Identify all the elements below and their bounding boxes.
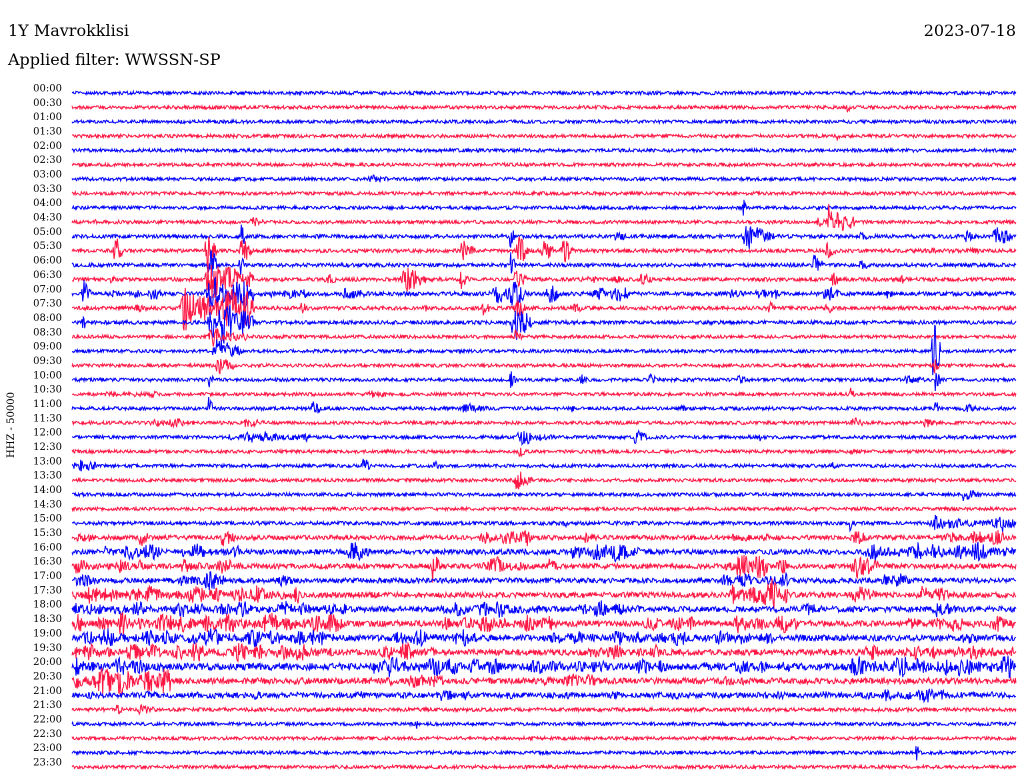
time-label-22-30: 22:30	[33, 729, 62, 740]
helicorder-plot: 00:00 00:30 01:00 01:30 02:00 02:30 03:00 03:30…	[33, 84, 1017, 771]
trace-21-30	[71, 703, 1017, 716]
time-label-08-00: 08:00	[33, 313, 62, 324]
time-label-group: 00:00 00:30 01:00 01:30 02:00 02:30 03:00 03:30…	[33, 84, 62, 769]
time-label-04-30: 04:30	[33, 213, 62, 224]
station-title: 1Y Mavrokklisi	[8, 21, 130, 40]
trace-19-30	[71, 641, 1017, 663]
time-label-05-30: 05:30	[33, 241, 62, 252]
time-label-14-30: 14:30	[33, 499, 62, 510]
trace-19-00	[71, 628, 1017, 648]
trace-11-30	[71, 417, 1017, 429]
time-label-05-00: 05:00	[33, 227, 62, 238]
time-label-15-30: 15:30	[33, 528, 62, 539]
time-label-03-30: 03:30	[33, 184, 62, 195]
time-label-18-00: 18:00	[33, 600, 62, 611]
time-label-12-30: 12:30	[33, 442, 62, 453]
trace-10-00	[71, 371, 1017, 392]
trace-03-30	[71, 189, 1017, 197]
time-label-11-30: 11:30	[33, 413, 62, 424]
time-label-12-00: 12:00	[33, 428, 62, 439]
time-label-17-00: 17:00	[33, 571, 62, 582]
time-label-11-00: 11:00	[33, 399, 62, 410]
trace-15-30	[71, 529, 1017, 547]
time-label-21-30: 21:30	[33, 700, 62, 711]
trace-15-00	[71, 514, 1017, 533]
time-label-19-30: 19:30	[33, 643, 62, 654]
date-label: 2023-07-18	[923, 21, 1016, 40]
time-label-03-00: 03:00	[33, 170, 62, 181]
trace-14-00	[71, 490, 1017, 501]
time-label-18-30: 18:30	[33, 614, 62, 625]
time-label-07-30: 07:30	[33, 299, 62, 310]
trace-21-00	[71, 688, 1016, 704]
trace-02-00	[71, 146, 1017, 154]
y-axis-label: HHZ - 50000	[6, 392, 17, 458]
time-label-10-30: 10:30	[33, 385, 62, 396]
trace-18-30	[71, 612, 1017, 635]
helicorder-page: 1Y Mavrokklisi 2023-07-18 Applied filter…	[0, 0, 1024, 780]
filter-label: Applied filter: WWSSN-SP	[8, 50, 221, 69]
time-label-09-30: 09:30	[33, 356, 62, 367]
time-label-06-30: 06:30	[33, 270, 62, 281]
time-label-04-00: 04:00	[33, 198, 62, 209]
time-label-22-00: 22:00	[33, 715, 62, 726]
trace-20-00	[71, 655, 1017, 679]
trace-group	[71, 89, 1017, 771]
time-label-02-00: 02:00	[33, 141, 62, 152]
trace-22-30	[71, 734, 1017, 742]
trace-20-30	[71, 667, 1017, 696]
trace-12-30	[71, 447, 1017, 458]
trace-10-30	[71, 387, 1017, 399]
time-label-16-00: 16:00	[33, 542, 62, 553]
time-label-13-30: 13:30	[33, 471, 62, 482]
time-label-01-00: 01:00	[33, 112, 62, 123]
time-label-19-00: 19:00	[33, 628, 62, 639]
trace-02-30	[71, 161, 1017, 169]
trace-14-30	[71, 505, 1017, 513]
trace-11-00	[71, 396, 1017, 414]
trace-00-00	[71, 89, 1017, 97]
trace-13-30	[71, 471, 1017, 490]
time-label-14-00: 14:00	[33, 485, 62, 496]
trace-16-00	[71, 541, 1017, 563]
trace-01-30	[71, 132, 1017, 141]
time-label-15-00: 15:00	[33, 514, 62, 525]
trace-12-00	[71, 429, 1017, 447]
trace-13-00	[71, 458, 1017, 472]
trace-23-30	[71, 763, 1017, 771]
trace-18-00	[71, 600, 1017, 618]
trace-04-00	[71, 199, 1017, 216]
time-label-16-30: 16:30	[33, 557, 62, 568]
time-label-17-30: 17:30	[33, 585, 62, 596]
trace-23-00	[71, 746, 1017, 761]
time-label-02-30: 02:30	[33, 155, 62, 166]
time-label-09-00: 09:00	[33, 342, 62, 353]
time-label-00-00: 00:00	[33, 84, 62, 95]
time-label-00-30: 00:30	[33, 98, 62, 109]
trace-17-00	[71, 571, 1017, 591]
trace-22-00	[71, 720, 1017, 729]
time-label-21-00: 21:00	[33, 686, 62, 697]
time-label-23-00: 23:00	[33, 743, 62, 754]
trace-09-30	[71, 358, 1016, 375]
time-label-20-30: 20:30	[33, 671, 62, 682]
time-label-23-30: 23:30	[33, 758, 62, 769]
time-label-10-00: 10:00	[33, 370, 62, 381]
trace-01-00	[71, 118, 1017, 126]
time-label-07-00: 07:00	[33, 284, 62, 295]
trace-03-00	[71, 174, 1017, 183]
time-label-01-30: 01:30	[33, 127, 62, 138]
trace-00-30	[71, 103, 1017, 113]
time-label-13-00: 13:00	[33, 456, 62, 467]
time-label-08-30: 08:30	[33, 327, 62, 338]
time-label-20-00: 20:00	[33, 657, 62, 668]
time-label-06-00: 06:00	[33, 256, 62, 267]
